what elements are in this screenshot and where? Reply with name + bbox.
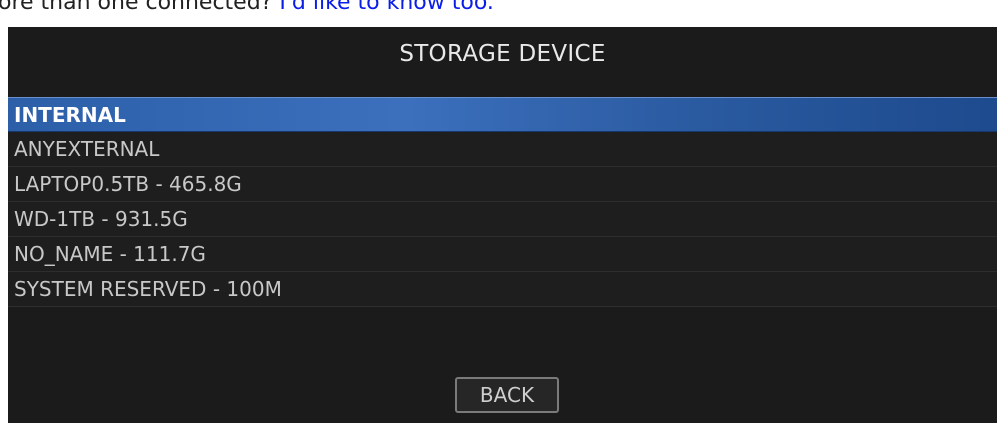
text-fragment-strip: ore than one connected? I'd like to know… (0, 0, 997, 27)
storage-item-anyexternal[interactable]: ANYEXTERNAL (8, 132, 997, 167)
fragment-text: ore than one connected? (0, 0, 280, 15)
storage-item-system-reserved[interactable]: SYSTEM RESERVED - 100M (8, 272, 997, 307)
storage-item-laptop[interactable]: LAPTOP0.5TB - 465.8G (8, 167, 997, 202)
storage-item-wd-1tb[interactable]: WD-1TB - 931.5G (8, 202, 997, 237)
dialog-title: STORAGE DEVICE (8, 27, 997, 97)
storage-item-no-name[interactable]: NO_NAME - 111.7G (8, 237, 997, 272)
text-fragment: ore than one connected? I'd like to know… (0, 0, 494, 18)
back-button[interactable]: BACK (455, 377, 559, 413)
storage-device-list: INTERNAL ANYEXTERNAL LAPTOP0.5TB - 465.8… (8, 97, 997, 307)
storage-device-dialog: STORAGE DEVICE INTERNAL ANYEXTERNAL LAPT… (8, 27, 997, 423)
fragment-link[interactable]: I'd like to know too. (279, 0, 494, 15)
storage-item-internal[interactable]: INTERNAL (8, 97, 997, 132)
